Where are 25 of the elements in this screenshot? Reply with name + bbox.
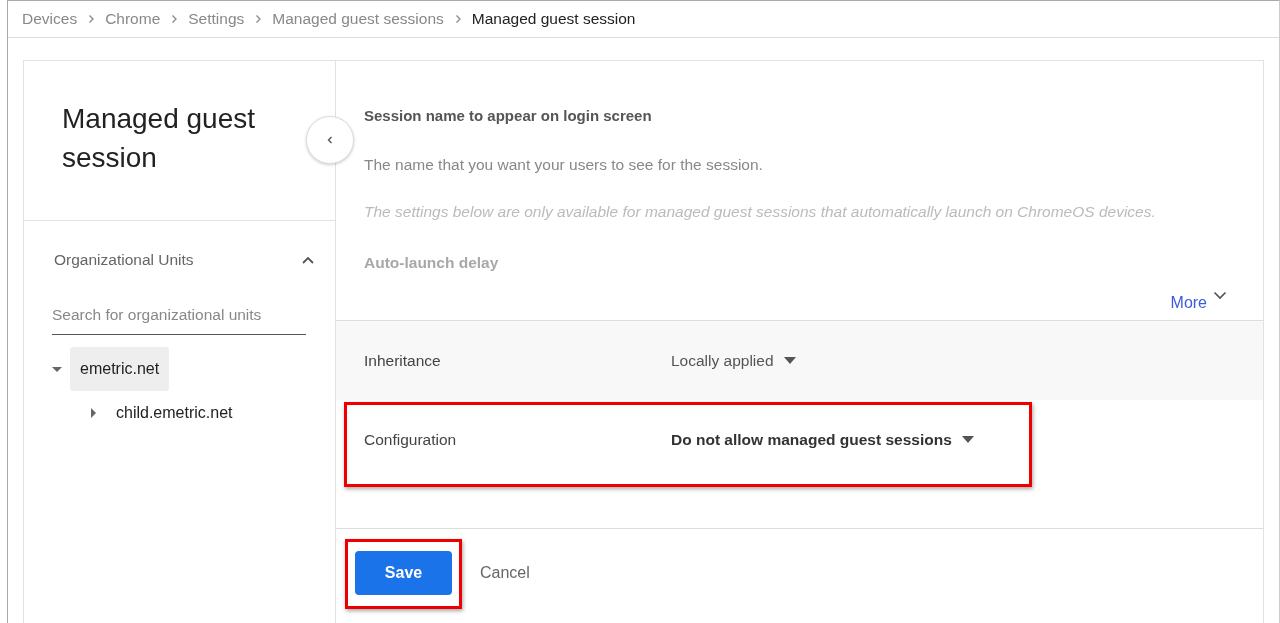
tree-item[interactable]: child.emetric.net bbox=[106, 391, 243, 436]
cancel-button[interactable]: Cancel bbox=[462, 553, 548, 593]
info-note: The settings below are only available for managed guest sessions that automatically launch on ChromeOS devices. bbox=[364, 201, 1157, 222]
breadcrumb-link[interactable]: Chrome bbox=[105, 7, 161, 31]
setting-label: Configuration bbox=[364, 430, 458, 450]
caret-right-icon[interactable] bbox=[88, 408, 98, 419]
breadcrumb-current: Managed guest session bbox=[471, 9, 636, 30]
setting-heading: Auto-launch delay bbox=[364, 253, 500, 273]
save-button[interactable]: Save bbox=[355, 551, 452, 595]
breadcrumb-link[interactable]: Settings bbox=[188, 7, 245, 31]
more-link[interactable]: More bbox=[1170, 291, 1227, 315]
caret-down-icon bbox=[961, 436, 974, 444]
chevron-down-icon bbox=[1213, 291, 1227, 301]
chevron-left-icon bbox=[325, 135, 335, 145]
setting-heading: Session name to appear on login screen bbox=[364, 106, 653, 126]
breadcrumb-link[interactable]: Managed guest sessions bbox=[272, 7, 444, 31]
tree-item[interactable]: emetric.net bbox=[70, 347, 170, 392]
dropdown[interactable]: Do not allow managed guest sessions bbox=[671, 428, 974, 452]
caret-down-icon[interactable] bbox=[52, 364, 62, 375]
section-label: Organizational Units bbox=[54, 250, 194, 271]
breadcrumb-link[interactable]: Devices bbox=[22, 7, 78, 31]
setting-label: Inheritance bbox=[364, 351, 442, 371]
dropdown[interactable]: Locally applied bbox=[671, 349, 796, 373]
caret-down-icon bbox=[783, 357, 796, 365]
setting-description: The name that you want your users to see for the session. bbox=[364, 154, 764, 175]
